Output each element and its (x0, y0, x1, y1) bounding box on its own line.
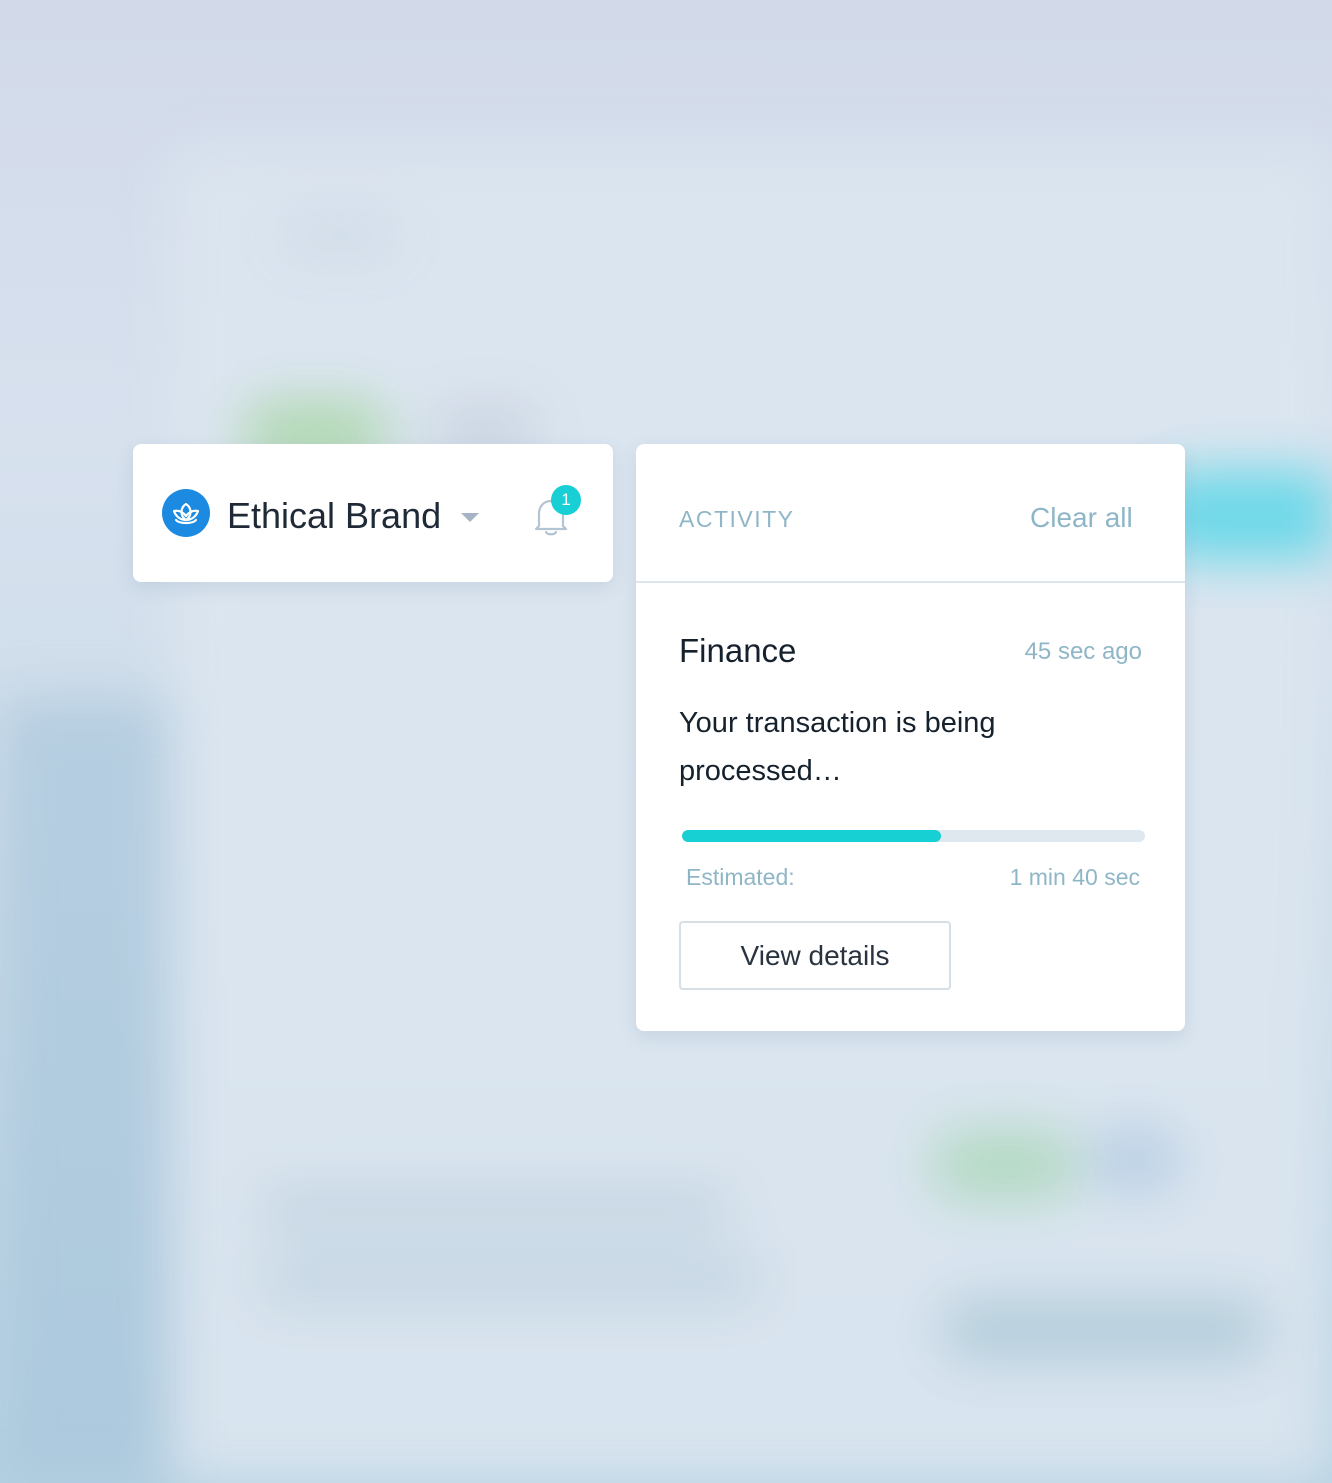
activity-item-time: 45 sec ago (1024, 638, 1142, 665)
background-blob (940, 1300, 1270, 1360)
caret-down-icon[interactable] (461, 513, 479, 522)
lotus-icon (162, 489, 210, 537)
background-sidebar (0, 700, 170, 1483)
activity-header: ACTIVITY Clear all (636, 444, 1185, 583)
estimate-label: Estimated: (686, 864, 795, 890)
transaction-progress-bar (682, 830, 1145, 842)
background-blob (260, 1190, 730, 1230)
estimate-value: 1 min 40 sec (1009, 864, 1140, 890)
background-blob (260, 1260, 760, 1300)
activity-item-message: Your transaction is being processed… (679, 707, 996, 787)
activity-title: ACTIVITY (679, 506, 795, 532)
activity-item-category: Finance (679, 632, 797, 669)
progress-fill (682, 830, 942, 842)
background-blob (280, 215, 400, 255)
notification-count-badge: 1 (551, 485, 581, 515)
activity-panel: ACTIVITY Clear all Finance 45 sec ago Yo… (636, 444, 1185, 1031)
brand-name[interactable]: Ethical Brand (227, 494, 441, 538)
background-blob (930, 1130, 1080, 1200)
clear-all-button[interactable]: Clear all (1030, 502, 1133, 534)
background-blob (1090, 1130, 1180, 1190)
view-details-button[interactable]: View details (679, 921, 951, 990)
